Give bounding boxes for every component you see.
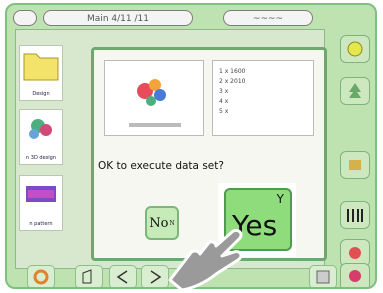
pointing-hand-icon	[168, 228, 243, 292]
arrow-left-icon	[116, 270, 128, 284]
thumbnail-3d-design[interactable]: n 3D design	[19, 109, 63, 165]
thumbnail-label: n pattern	[29, 221, 53, 227]
right-button-3[interactable]	[340, 151, 370, 179]
tree-icon	[349, 83, 361, 98]
rose-icon	[349, 270, 361, 282]
yes-key-hint: Y	[276, 192, 284, 206]
status-pill[interactable]: ~~~~	[223, 10, 313, 26]
right-button-6[interactable]	[340, 263, 370, 287]
top-bar: Main 4/11 /11 ~~~~	[13, 9, 318, 29]
embroidery-icon	[347, 41, 363, 57]
power-icon	[33, 269, 49, 285]
pattern-icon	[26, 186, 56, 202]
title-pill: Main 4/11 /11	[43, 10, 193, 26]
dialog-question: OK to execute data set?	[98, 160, 224, 172]
thumbnail-column: Design n 3D design n pattern	[17, 31, 65, 271]
bottom-button-frame[interactable]	[75, 265, 103, 287]
design-info-card: 1 x 1600 2 x 2010 3 x 4 x 5 x	[212, 60, 314, 136]
info-line: 1 x 1600	[219, 68, 246, 75]
right-button-4[interactable]	[340, 201, 370, 229]
scroll-icon	[316, 270, 330, 284]
bottom-button-prev[interactable]	[109, 265, 137, 287]
right-button-2[interactable]	[340, 77, 370, 105]
needle-icon	[349, 160, 361, 170]
frame-icon	[82, 269, 92, 284]
embroidery-design-icon	[29, 119, 52, 139]
info-line: 3 x	[219, 88, 229, 95]
thumbnail-design[interactable]: Design	[19, 45, 63, 101]
thumbnail-pattern[interactable]: n pattern	[19, 175, 63, 231]
thumbnail-label: Design	[32, 91, 50, 97]
folder-icon	[23, 53, 59, 81]
design-preview-card	[104, 60, 204, 136]
thumbnail-label: n 3D design	[26, 155, 56, 161]
right-toolbar	[340, 11, 374, 287]
design-preview-icon	[129, 79, 181, 127]
home-pill[interactable]	[13, 10, 37, 26]
right-button-1[interactable]	[340, 35, 370, 63]
bottom-button-scroll[interactable]	[309, 265, 337, 287]
thread-icon	[347, 209, 363, 222]
info-line: 2 x 2010	[219, 78, 246, 85]
info-line: 4 x	[219, 98, 229, 105]
bottom-button-home[interactable]	[27, 265, 55, 287]
flower-icon	[349, 247, 361, 259]
dialog-preview: 1 x 1600 2 x 2010 3 x 4 x 5 x	[104, 60, 314, 136]
info-line: 5 x	[219, 108, 229, 115]
